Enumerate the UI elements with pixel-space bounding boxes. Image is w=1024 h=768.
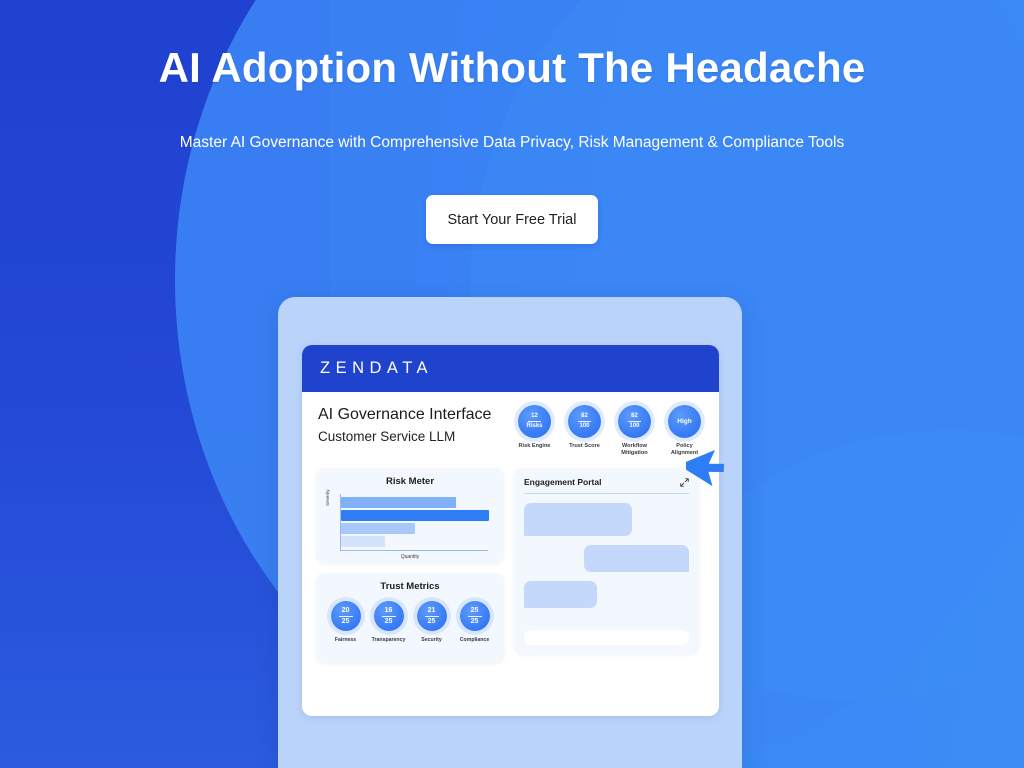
trust-metric-security[interactable]: 21 25 Security	[412, 601, 452, 643]
kpi-workflow-mitigation[interactable]: 82 100 Workflow Mitigation	[614, 405, 655, 457]
chart-x-axis-label: Quantity	[400, 554, 420, 560]
zendata-logo: ZENDATA	[320, 359, 434, 377]
trust-metric-compliance[interactable]: 25 25 Compliance	[455, 601, 495, 643]
trust-metric-label: Compliance	[459, 637, 490, 643]
kpi-divider	[578, 421, 591, 422]
trust-metric-label: Security	[421, 637, 442, 643]
chart-x-axis	[340, 550, 488, 551]
dashboard-header: AI Governance Interface Customer Service…	[314, 402, 707, 457]
kpi-divider	[528, 421, 541, 422]
kpi-unit: Risks	[526, 423, 543, 429]
engagement-portal-divider	[524, 493, 689, 494]
chart-bars	[341, 497, 489, 549]
kpi-label: Trust Score	[569, 443, 600, 449]
kpi-circle: 82 100	[568, 405, 601, 438]
kpi-policy-alignment[interactable]: High Policy Alignment	[664, 405, 705, 457]
hero-section: AI Adoption Without The Headache Master …	[0, 0, 1024, 244]
kpi-divider	[628, 421, 641, 422]
risk-meter-chart: Severity Quantity	[325, 489, 494, 560]
trust-metric-total: 25	[341, 617, 350, 625]
risk-meter-title: Risk Meter	[385, 476, 435, 487]
trust-metric-score: 25	[470, 606, 479, 614]
dashboard-titles: AI Governance Interface Customer Service…	[314, 402, 491, 444]
kpi-value: 82	[581, 413, 588, 419]
message-bubble	[584, 545, 689, 572]
kpi-trust-score[interactable]: 82 100 Trust Score	[564, 405, 605, 457]
chart-bar	[341, 510, 489, 521]
trust-metric-divider	[467, 615, 482, 617]
kpi-circle: 82 100	[618, 405, 651, 438]
trust-metric-label: Fairness	[334, 637, 357, 643]
chart-bar	[341, 523, 415, 534]
kpi-value: 12	[531, 413, 538, 419]
kpi-risk-engine[interactable]: 12 Risks Risk Engine	[514, 405, 555, 457]
trust-metric-score: 16	[384, 606, 393, 614]
trust-metric-total: 25	[427, 617, 436, 625]
kpi-circle: High	[668, 405, 701, 438]
trust-metrics-card: Trust Metrics 20 25 Fairness 16 25 Trans…	[316, 573, 504, 663]
start-free-trial-button[interactable]: Start Your Free Trial	[425, 195, 599, 244]
engagement-portal-header: Engagement Portal	[524, 468, 689, 487]
engagement-portal-title: Engagement Portal	[524, 477, 602, 487]
trust-metric-circle: 21 25	[416, 601, 447, 631]
trust-metric-circle: 20 25	[330, 601, 361, 631]
page-title: AI Adoption Without The Headache	[158, 44, 866, 91]
expand-diagonal-icon[interactable]	[680, 477, 689, 487]
chart-y-axis-label: Severity	[325, 489, 330, 506]
trust-metric-divider	[424, 615, 439, 617]
trust-metrics-title: Trust Metrics	[380, 581, 440, 592]
page-root: AI Adoption Without The Headache Master …	[0, 0, 1024, 768]
device-frame: ZENDATA AI Governance Interface Customer…	[278, 297, 742, 768]
kpi-unit: 100	[629, 423, 640, 429]
kpi-label: Workflow Mitigation	[621, 443, 648, 456]
kpi-circle: 12 Risks	[518, 405, 551, 438]
message-list	[524, 503, 689, 608]
engagement-portal-card: Engagement Portal	[514, 468, 699, 654]
message-input[interactable]	[524, 630, 689, 645]
trust-metric-total: 25	[470, 617, 479, 625]
dashboard-subtitle: Customer Service LLM	[318, 429, 456, 444]
trust-metric-divider	[338, 615, 353, 617]
trust-metrics-row: 20 25 Fairness 16 25 Transparency 21 25 …	[316, 592, 504, 643]
trust-metric-divider	[381, 615, 396, 617]
kpi-label: Risk Engine	[518, 443, 551, 449]
chart-bar	[341, 536, 386, 547]
kpi-label: Policy Alignment	[670, 443, 699, 456]
chart-bar	[341, 497, 457, 508]
app-header-bar: ZENDATA	[302, 345, 719, 392]
trust-metric-fairness[interactable]: 20 25 Fairness	[326, 601, 366, 643]
kpi-unit: 100	[579, 423, 590, 429]
left-column: Risk Meter Severity Quantity Trust Metri…	[316, 468, 504, 663]
message-bubble	[524, 581, 597, 608]
trust-metric-score: 21	[427, 606, 436, 614]
kpi-value: 82	[631, 413, 638, 419]
trust-metric-circle: 25 25	[459, 601, 490, 631]
kpi-value: High	[677, 418, 692, 425]
page-subtitle: Master AI Governance with Comprehensive …	[179, 134, 845, 151]
trust-metric-transparency[interactable]: 16 25 Transparency	[369, 601, 409, 643]
dashboard-screen: ZENDATA AI Governance Interface Customer…	[302, 345, 719, 716]
trust-metric-label: Transparency	[371, 637, 406, 643]
kpi-row: 12 Risks Risk Engine 82 100 Trust Score …	[514, 402, 707, 457]
trust-metric-total: 25	[384, 617, 393, 625]
cta-container: Start Your Free Trial	[0, 195, 1024, 244]
dashboard-body: AI Governance Interface Customer Service…	[302, 392, 719, 663]
message-bubble	[524, 503, 632, 536]
trust-metric-circle: 16 25	[373, 601, 404, 631]
risk-meter-card: Risk Meter Severity Quantity	[316, 468, 504, 563]
panel-grid: Risk Meter Severity Quantity Trust Metri…	[314, 468, 707, 663]
right-column: Engagement Portal	[514, 468, 699, 663]
trust-metric-score: 20	[341, 606, 350, 614]
dashboard-title: AI Governance Interface	[318, 406, 492, 423]
